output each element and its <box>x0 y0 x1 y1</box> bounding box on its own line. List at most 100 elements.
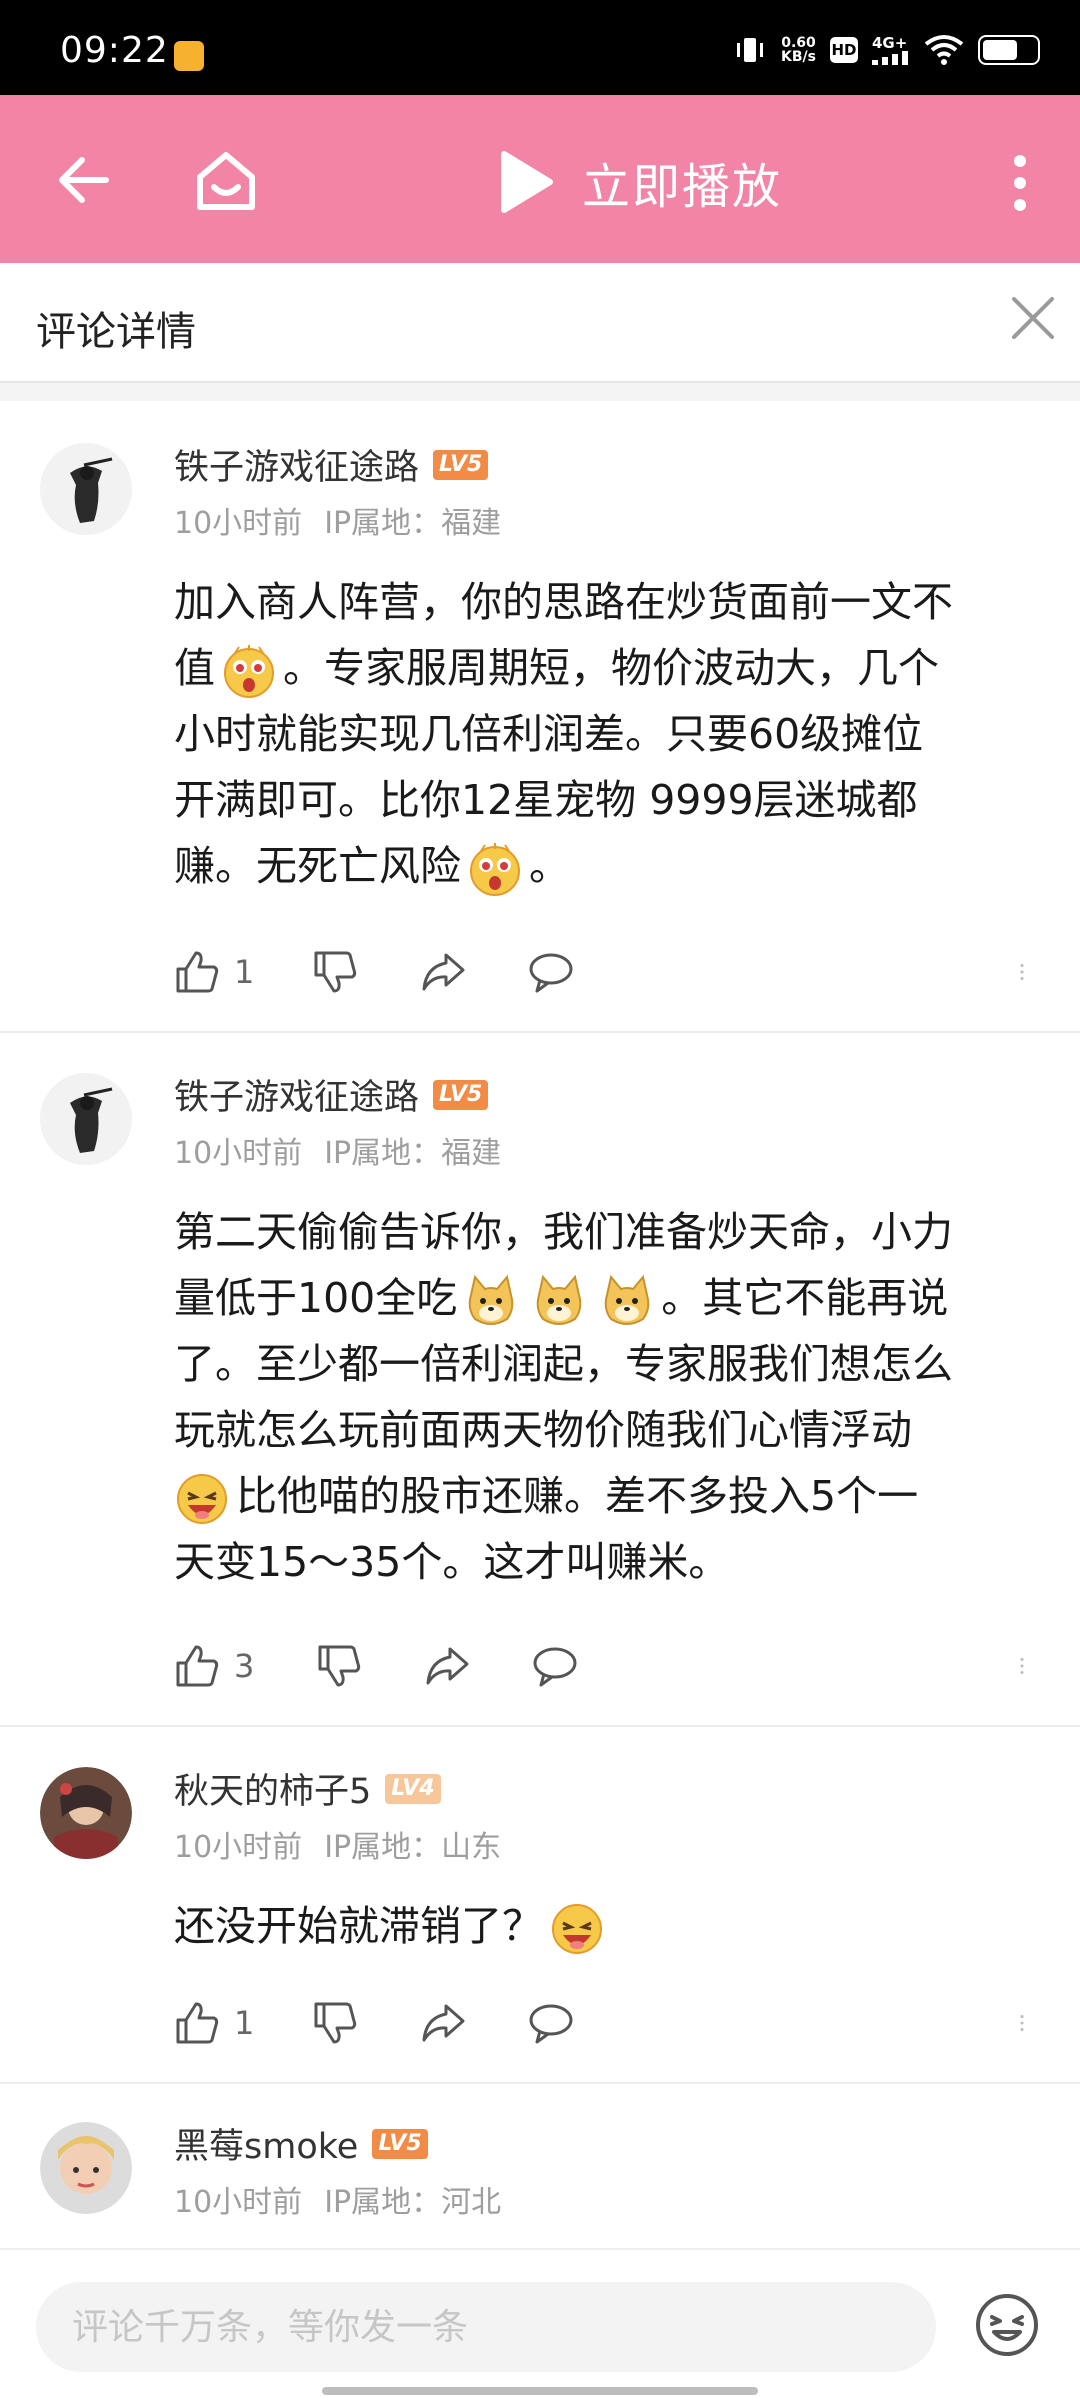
avatar[interactable] <box>40 443 132 535</box>
home-icon[interactable] <box>190 145 262 217</box>
player-header: 立即播放 <box>0 95 1080 263</box>
dislike-button[interactable] <box>316 1641 362 1691</box>
reply-button[interactable] <box>528 1998 574 2048</box>
doge-emoji-icon <box>468 1274 514 1325</box>
comment-content: 第二天偷偷告诉你，我们准备炒天命，小力 量低于100全吃 。其它不能再说 了。至少… <box>174 1199 1044 1595</box>
content-fragment: 赚。无死亡风险 <box>174 842 461 890</box>
content-line: 玩就怎么玩前面两天物价随我们心情浮动 <box>174 1406 912 1454</box>
content-line: 比他喵的股市还赚。差不多投入5个一 <box>174 1463 1044 1529</box>
comment-bubble-icon <box>533 1647 577 1687</box>
comment-time: 10小时前 <box>174 2185 303 2220</box>
comment-detail-titlebar: 评论详情 <box>0 263 1080 383</box>
battery-icon <box>978 35 1040 65</box>
content-line: 量低于100全吃 。其它不能再说 <box>174 1265 1044 1331</box>
content-fragment: 值 <box>174 644 215 692</box>
more-vertical-icon <box>1020 2014 1024 2032</box>
thumbs-up-icon <box>176 951 219 993</box>
play-now-label: 立即播放 <box>582 159 783 215</box>
like-button[interactable]: 1 <box>174 1998 254 2048</box>
doge-emoji-icon <box>536 1274 582 1325</box>
avatar[interactable] <box>40 1767 132 1859</box>
comment-ip: IP属地：福建 <box>324 1136 502 1171</box>
like-count: 1 <box>234 953 255 991</box>
more-vertical-icon[interactable] <box>1010 153 1030 213</box>
content-line: 赚。无死亡风险 。 <box>174 833 1044 899</box>
comment-username[interactable]: 黑莓smoke LV5 <box>174 2118 428 2169</box>
content-fragment: 。其它不能再说 <box>661 1274 949 1322</box>
comment-time: 10小时前 <box>174 506 303 541</box>
network-speed: 0.60 KB/s <box>781 36 816 64</box>
laughing-emoji-icon <box>177 1474 227 1524</box>
comment-more-button[interactable] <box>1012 1641 1032 1691</box>
like-button[interactable]: 3 <box>174 1641 254 1691</box>
comment-meta: 10小时前 IP属地：河北 <box>174 2177 501 2221</box>
comment-more-button[interactable] <box>1012 947 1032 997</box>
comment-input[interactable] <box>36 2282 936 2372</box>
comment-bubble-icon <box>529 953 573 993</box>
share-icon <box>422 2004 465 2042</box>
share-button[interactable] <box>424 1641 470 1691</box>
status-time: 09:22 <box>60 30 169 71</box>
comment-item: 铁子游戏征途路 LV5 10小时前 IP属地：福建 第二天偷偷告诉你，我们准备炒天… <box>0 1031 1080 1727</box>
comment-username[interactable]: 铁子游戏征途路 LV5 <box>174 439 489 490</box>
wifi-icon <box>924 35 964 65</box>
content-fragment: 比他喵的股市还赚。差不多投入5个一 <box>236 1472 919 1520</box>
signal-bars-icon <box>872 50 908 65</box>
network-speed-unit: KB/s <box>781 49 816 65</box>
comment-bubble-icon <box>529 2004 573 2044</box>
thumbs-down-icon <box>314 2002 357 2044</box>
level-badge: LV5 <box>433 1079 489 1110</box>
comment-item: 铁子游戏征途路 LV5 10小时前 IP属地：福建 加入商人阵营，你的思路在炒货面… <box>0 401 1080 1033</box>
content-line: 还没开始就滞销了？ <box>174 1893 1044 1959</box>
hd-badge: HD <box>830 37 858 63</box>
avatar[interactable] <box>40 2122 132 2214</box>
more-vertical-icon <box>1020 963 1024 981</box>
content-line: 加入商人阵营，你的思路在炒货面前一文不 <box>174 578 953 626</box>
comment-actions: 1 <box>174 1998 1054 2048</box>
gesture-home-indicator[interactable] <box>322 2387 758 2395</box>
content-fragment: 量低于100全吃 <box>174 1274 458 1322</box>
close-icon[interactable] <box>1010 295 1056 341</box>
play-icon <box>501 151 553 213</box>
comment-username[interactable]: 秋天的柿子5 LV4 <box>174 1763 441 1814</box>
section-divider <box>0 383 1080 401</box>
reply-button[interactable] <box>528 947 574 997</box>
dislike-button[interactable] <box>312 947 358 997</box>
content-line: 值 。专家服周期短，物价波动大，几个 <box>174 635 1044 701</box>
like-button[interactable]: 1 <box>174 947 254 997</box>
panel-title: 评论详情 <box>36 309 196 355</box>
reply-button[interactable] <box>532 1641 578 1691</box>
thumbs-up-icon <box>176 1645 219 1687</box>
avatar[interactable] <box>40 1073 132 1165</box>
comment-ip: IP属地：福建 <box>324 506 502 541</box>
level-badge: LV4 <box>385 1773 441 1804</box>
thumbs-down-icon <box>314 951 357 993</box>
laughing-emoji-icon <box>552 1904 602 1954</box>
share-button[interactable] <box>420 1998 466 2048</box>
comment-time: 10小时前 <box>174 1136 303 1171</box>
comment-content: 还没开始就滞销了？ <box>174 1893 1044 1959</box>
username-text: 铁子游戏征途路 <box>174 1078 420 1118</box>
emoji-face-icon[interactable] <box>972 2290 1042 2360</box>
notification-app-icon <box>174 41 204 71</box>
network-type-label: 4G+ <box>872 33 908 52</box>
comment-input-bar <box>0 2248 1080 2402</box>
share-icon <box>426 1647 469 1685</box>
thumbs-up-icon <box>176 2002 219 2044</box>
comment-item: 黑莓smoke LV5 10小时前 IP属地：河北 <box>0 2082 1080 2248</box>
vibrate-icon <box>737 38 764 62</box>
network-speed-value: 0.60 <box>781 35 816 51</box>
dislike-button[interactable] <box>312 1998 358 2048</box>
share-button[interactable] <box>420 947 466 997</box>
comment-ip: IP属地：山东 <box>324 1830 502 1865</box>
back-arrow-icon[interactable] <box>50 145 120 215</box>
network-type: 4G+ <box>872 33 910 65</box>
play-now-button[interactable]: 立即播放 <box>498 147 782 217</box>
comment-more-button[interactable] <box>1012 1998 1032 2048</box>
like-count: 1 <box>234 2004 255 2042</box>
surprised-emoji-icon <box>470 843 520 896</box>
content-fragment: 。 <box>529 842 570 890</box>
comment-actions: 1 <box>174 947 1054 997</box>
level-badge: LV5 <box>372 2128 428 2159</box>
comment-username[interactable]: 铁子游戏征途路 LV5 <box>174 1069 489 1120</box>
